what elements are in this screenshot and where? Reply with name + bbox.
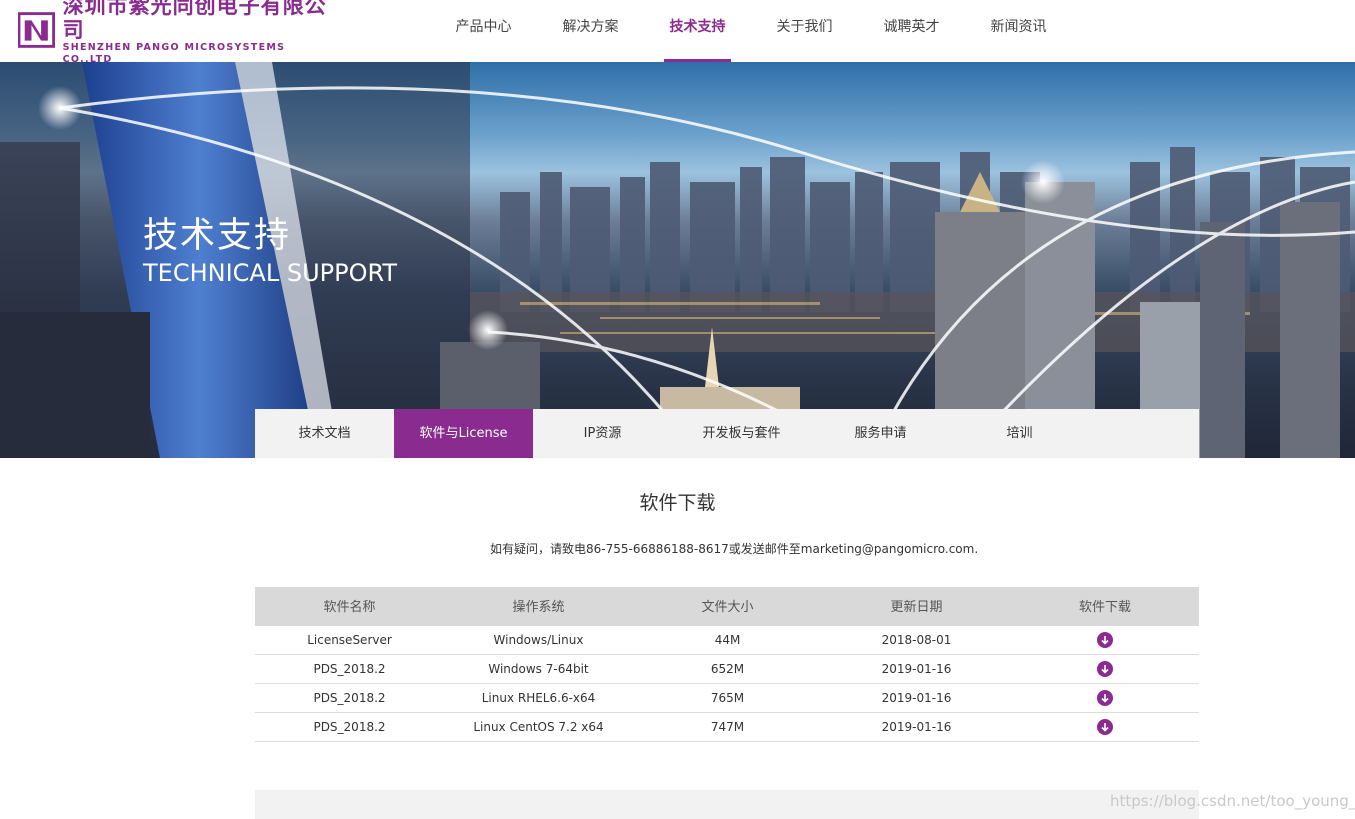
cell-size: 765M (710, 691, 745, 705)
cell-name: LicenseServer (307, 633, 392, 647)
hero-banner: 技术支持 TECHNICAL SUPPORT (0, 62, 1355, 458)
cell-download (1011, 713, 1199, 741)
tab-training[interactable]: 培训 (950, 409, 1089, 458)
cell-os: Linux CentOS 7.2 x64 (473, 720, 604, 734)
col-header-date: 更新日期 (890, 600, 943, 615)
pango-logo-icon (18, 12, 55, 48)
cell-name: PDS_2018.2 (313, 720, 386, 734)
site-header: 深圳市紫光同创电子有限公司 SHENZHEN PANGO MICROSYSTEM… (0, 0, 1355, 65)
col-header-download: 软件下载 (1078, 600, 1131, 615)
col-header-size: 文件大小 (701, 600, 754, 615)
cell-download (1011, 655, 1199, 683)
col-header-name: 软件名称 (323, 600, 376, 615)
cell-name: PDS_2018.2 (313, 691, 386, 705)
cell-size: 747M (710, 720, 745, 734)
tab-dev-boards[interactable]: 开发板与套件 (672, 409, 811, 458)
cell-download (1011, 626, 1199, 654)
main-nav: 产品中心 解决方案 技术支持 关于我们 诚聘英才 新闻资讯 (430, 0, 1072, 62)
tab-tech-docs[interactable]: 技术文档 (255, 409, 394, 458)
software-download-table: 软件名称 操作系统 文件大小 更新日期 软件下载 LicenseServer W… (255, 587, 1199, 742)
nav-item-solutions[interactable]: 解决方案 (537, 0, 644, 62)
table-row: PDS_2018.2 Windows 7-64bit 652M 2019-01-… (255, 655, 1199, 684)
download-circle-icon[interactable] (1097, 631, 1113, 648)
site-logo[interactable]: 深圳市紫光同创电子有限公司 SHENZHEN PANGO MICROSYSTEM… (18, 0, 338, 65)
nav-item-products[interactable]: 产品中心 (430, 0, 537, 62)
banner-title: 技术支持 (143, 216, 292, 256)
table-row: PDS_2018.2 Linux RHEL6.6-x64 765M 2019-0… (255, 684, 1199, 713)
contact-info: 如有疑问，请致电86-755-66886188-8617或发送邮件至market… (490, 542, 979, 556)
cell-os: Linux RHEL6.6-x64 (481, 691, 596, 705)
cell-date: 2018-08-01 (881, 633, 952, 647)
cell-size: 652M (710, 662, 745, 676)
logo-text: 深圳市紫光同创电子有限公司 SHENZHEN PANGO MICROSYSTEM… (63, 0, 338, 66)
cell-size: 44M (714, 633, 741, 647)
download-circle-icon[interactable] (1097, 660, 1113, 677)
download-circle-icon[interactable] (1097, 718, 1113, 735)
nav-item-about[interactable]: 关于我们 (751, 0, 858, 62)
cell-os: Windows/Linux (493, 633, 584, 647)
table-row: PDS_2018.2 Linux CentOS 7.2 x64 747M 201… (255, 713, 1199, 742)
table-header: 软件名称 操作系统 文件大小 更新日期 软件下载 (255, 587, 1199, 626)
download-circle-icon[interactable] (1097, 689, 1113, 706)
support-subnav: 技术文档 软件与License IP资源 开发板与套件 服务申请 培训 (255, 409, 1199, 458)
company-name-cn: 深圳市紫光同创电子有限公司 (62, 0, 327, 42)
cell-os: Windows 7-64bit (488, 662, 589, 676)
table-row: LicenseServer Windows/Linux 44M 2018-08-… (255, 626, 1199, 655)
col-header-os: 操作系统 (512, 600, 565, 615)
page-title: 软件下载 (639, 492, 716, 514)
banner-subtitle: TECHNICAL SUPPORT (143, 259, 398, 287)
nav-item-tech-support[interactable]: 技术支持 (644, 0, 751, 62)
cell-name: PDS_2018.2 (313, 662, 386, 676)
footer-bar (255, 790, 1199, 819)
watermark-text: https://blog.csdn.net/too_young_z (1110, 792, 1355, 810)
nav-item-news[interactable]: 新闻资讯 (965, 0, 1072, 62)
tab-software-license[interactable]: 软件与License (394, 409, 533, 458)
nav-item-careers[interactable]: 诚聘英才 (858, 0, 965, 62)
tab-ip-resources[interactable]: IP资源 (533, 409, 672, 458)
cell-download (1011, 684, 1199, 712)
cell-date: 2019-01-16 (881, 720, 952, 734)
cell-date: 2019-01-16 (881, 691, 952, 705)
cell-date: 2019-01-16 (881, 662, 952, 676)
tab-service-request[interactable]: 服务申请 (811, 409, 950, 458)
